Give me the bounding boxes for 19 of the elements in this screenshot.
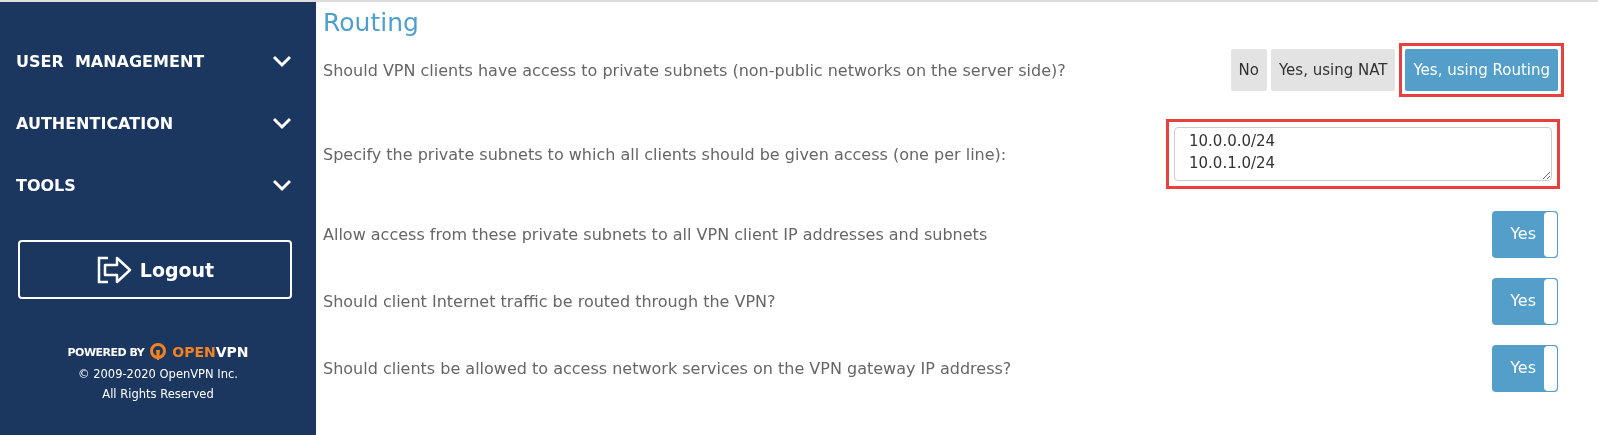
keyhole-logo-icon bbox=[150, 343, 167, 361]
rights-text: All Rights Reserved bbox=[102, 387, 214, 401]
setting-label: Allow access from these private subnets to all VPN client IP addresses and subnets bbox=[323, 225, 988, 244]
section-title: Routing bbox=[323, 8, 420, 37]
setting-label: Should client Internet traffic be routed through the VPN? bbox=[323, 292, 776, 311]
setting-label: Specify the private subnets to which all clients should be given access (one per line): bbox=[323, 144, 1007, 164]
sidebar-item[interactable]: TOOLS bbox=[0, 154, 316, 216]
option-button[interactable]: Yes, using NAT bbox=[1270, 49, 1396, 91]
sidebar-item[interactable]: USER MANAGEMENT bbox=[0, 30, 316, 92]
setting-label: Should VPN clients have access to private subnets (non-public networks on the server side)? bbox=[323, 60, 1066, 80]
brand-logo-text: OPENVPN bbox=[172, 344, 249, 360]
sidebar-item[interactable]: AUTHENTICATION bbox=[0, 92, 316, 154]
setting-label: Should clients be allowed to access network services on the VPN gateway IP address? bbox=[323, 359, 1012, 378]
logout-button[interactable]: Logout bbox=[18, 240, 292, 299]
subnets-field[interactable]: 10.0.0.0/24 10.0.1.0/24 bbox=[1174, 127, 1552, 181]
logout-icon bbox=[95, 254, 134, 285]
copyright-text: © 2009-2020 OpenVPN Inc. bbox=[78, 367, 238, 381]
powered-by-text: POWERED BY bbox=[67, 345, 145, 359]
option-button[interactable]: No bbox=[1230, 49, 1267, 91]
